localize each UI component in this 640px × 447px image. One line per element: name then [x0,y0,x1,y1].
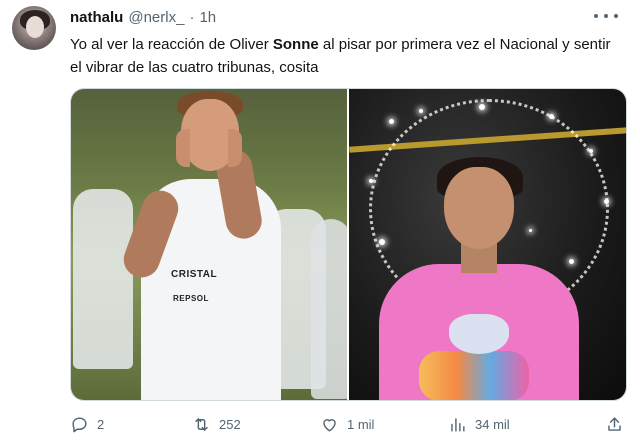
sparkle [389,119,394,124]
like-button[interactable]: 1 mil [320,415,374,434]
retweet-icon [195,418,208,431]
views-button[interactable]: 34 mil [448,415,510,434]
person-hands-heart [449,314,509,354]
display-name[interactable]: nathalu [70,9,123,26]
tweet-text-bold: Sonne [272,36,319,53]
avatar-face [26,16,44,38]
share-icon [608,417,621,431]
tweet-text: Yo al ver la reacción de Oliver Sonne al… [70,33,625,79]
retweet-count: 252 [219,417,241,432]
like-count: 1 mil [347,417,375,432]
timestamp[interactable]: 1h [199,9,216,26]
tweet-text-part1: Yo al ver la reacción de Oliver [70,36,273,53]
heart-icon [323,419,336,432]
bar-chart-icon [451,418,465,432]
sparkle [549,114,554,119]
tweet-actions: 2 252 1 mil 34 mil [70,412,630,438]
reply-button[interactable]: 2 [70,415,104,434]
reply-count: 2 [97,417,105,432]
sparkle [479,104,485,110]
sparkle [379,239,385,245]
shirt-graphic [419,351,529,400]
sparkle [604,199,609,204]
photo-football-player[interactable]: CRISTAL REPSOL [71,89,347,400]
background-player [73,189,133,369]
separator-dot: · [189,9,195,26]
user-handle[interactable]: @nerlx_ [128,9,184,26]
sparkle [589,149,593,153]
avatar[interactable] [12,6,56,50]
photo-person-lights[interactable] [349,89,626,400]
sparkle [419,109,423,113]
player-hands [176,129,242,167]
comment-icon [72,417,87,433]
shirt-sponsor-text: REPSOL [173,294,209,303]
sparkle [569,259,574,264]
shirt-sponsor-text: CRISTAL [171,269,218,280]
person-head [444,167,514,249]
background-player [311,219,347,399]
tweet-header: nathalu @nerlx_ · 1h [70,9,216,26]
sparkle [529,229,532,232]
media-grid: CRISTAL REPSOL [70,88,627,401]
share-button[interactable] [605,415,624,434]
view-count: 34 mil [475,417,510,432]
sparkle [369,179,373,183]
retweet-button[interactable]: 252 [192,415,241,434]
tweet: nathalu @nerlx_ · 1h Yo al ver la reacci… [0,0,640,447]
more-horizontal-icon[interactable] [594,8,618,24]
